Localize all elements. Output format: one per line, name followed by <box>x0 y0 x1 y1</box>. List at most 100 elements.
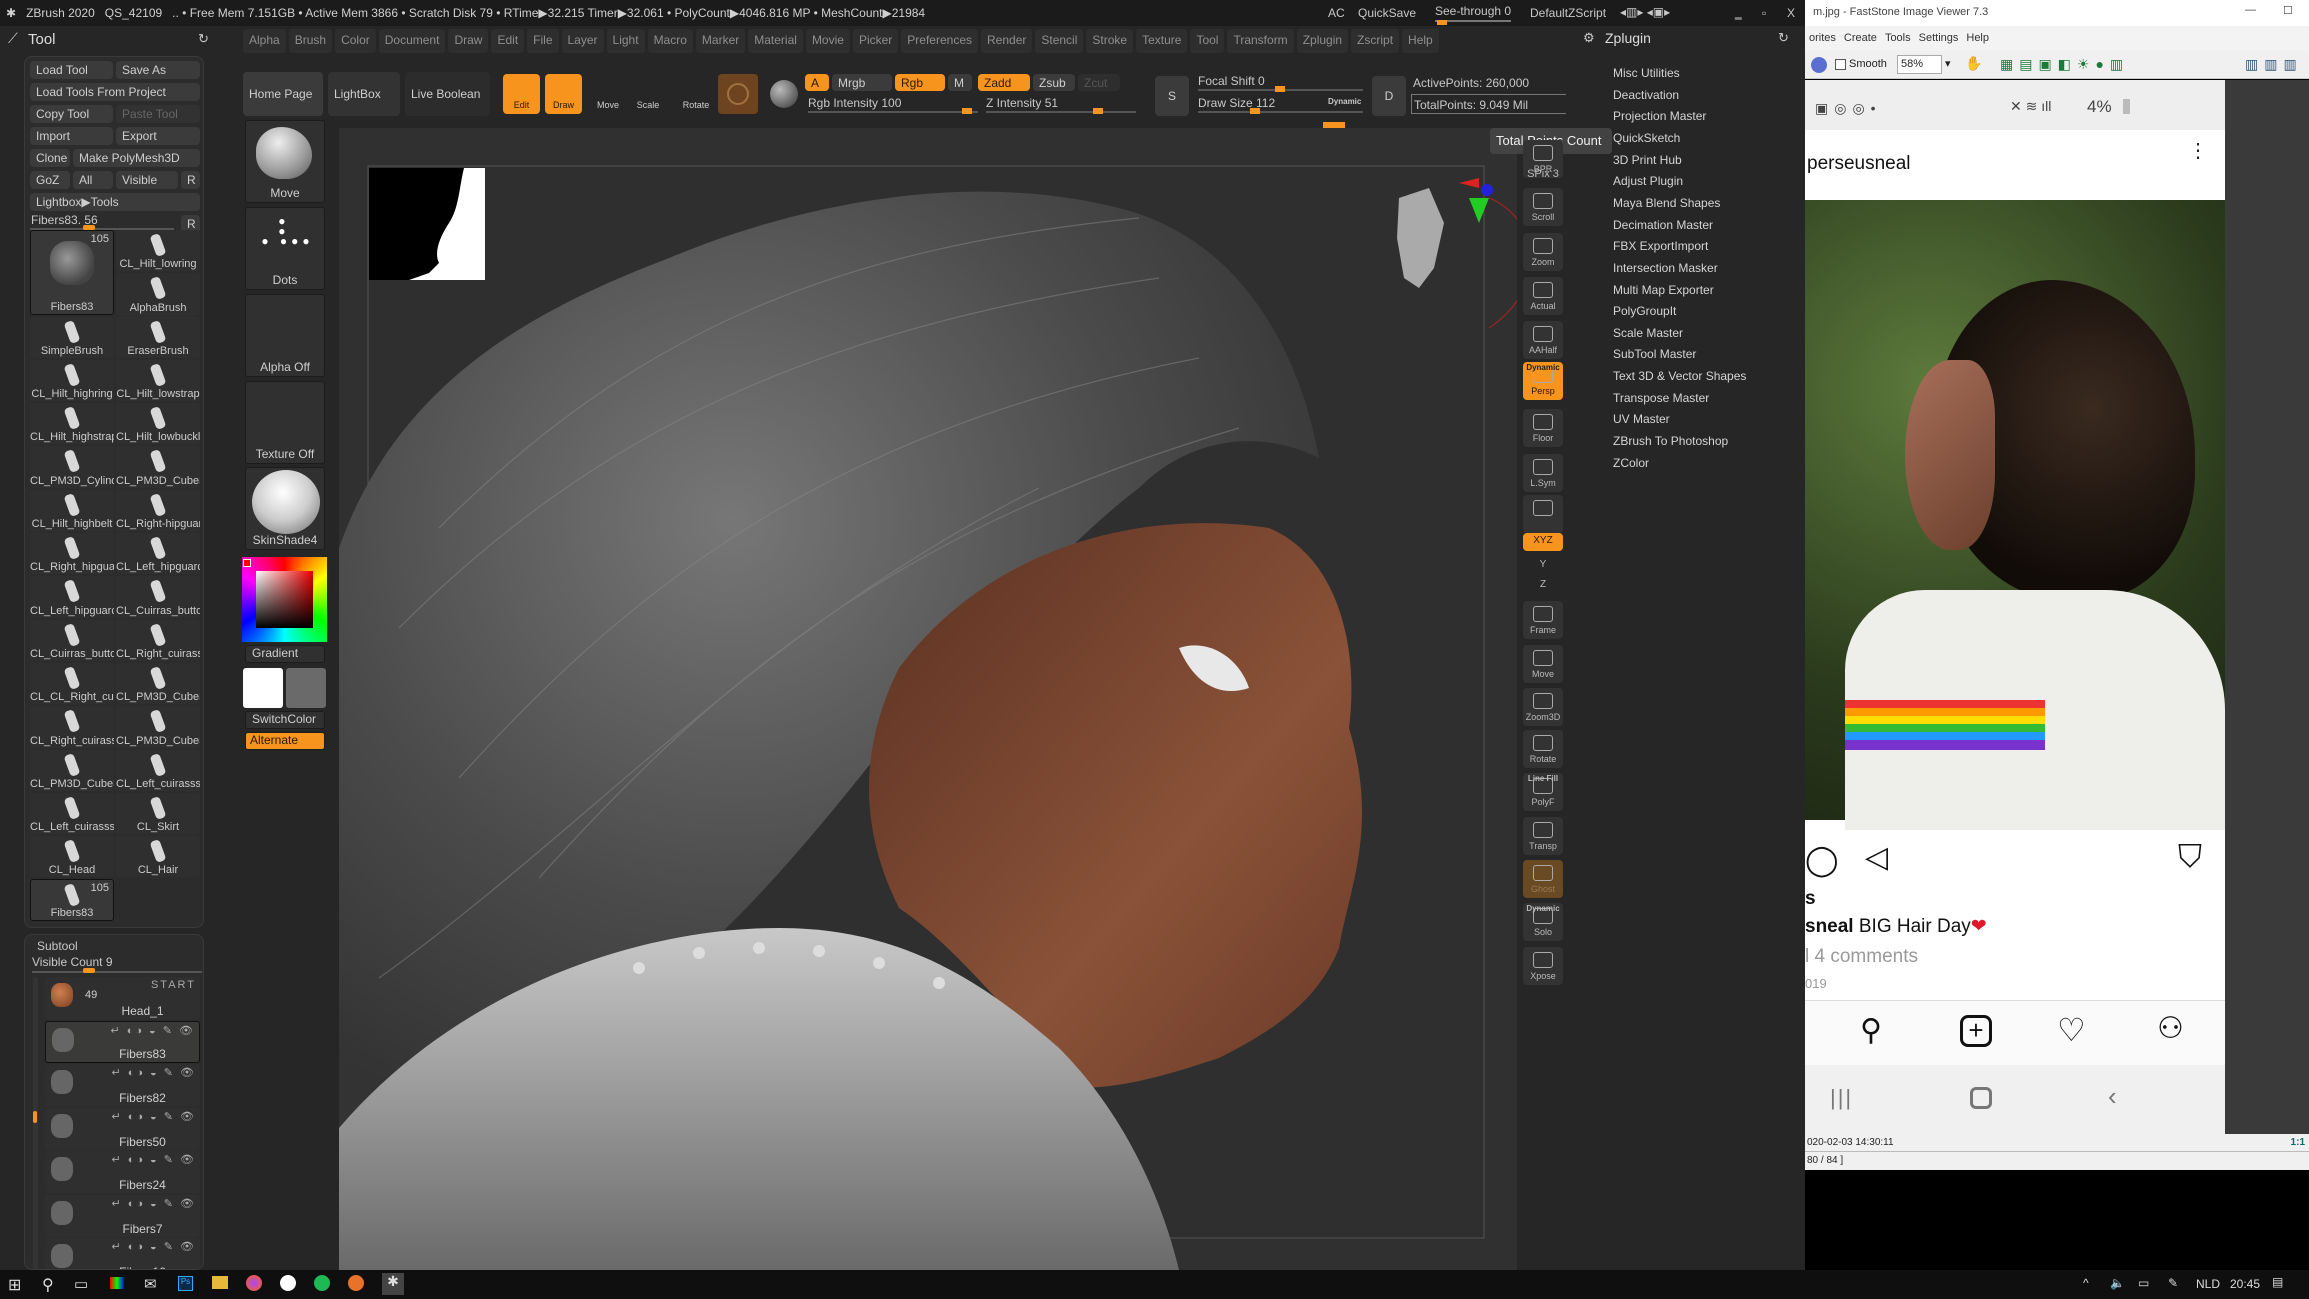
faststone-menu-tools[interactable]: Tools <box>1885 32 1911 45</box>
tool-item[interactable]: CL_Left_cuirasssi <box>116 749 200 791</box>
main-color-swatch[interactable] <box>243 668 283 708</box>
default-zscript-button[interactable]: DefaultZScript <box>1530 6 1606 20</box>
post-username[interactable]: perseusneal <box>1807 153 1911 175</box>
profile-icon[interactable]: ⚇ <box>2157 1011 2184 1046</box>
goz-visible-button[interactable]: Visible <box>116 171 178 189</box>
menu-stencil[interactable]: Stencil <box>1035 29 1084 53</box>
activity-heart-icon[interactable]: ♡ <box>2057 1011 2086 1049</box>
secondary-color-swatch[interactable] <box>286 668 326 708</box>
copy-tool-button[interactable]: Copy Tool <box>30 105 113 123</box>
search-icon[interactable]: ⚲ <box>1860 1013 1882 1048</box>
edit-button[interactable]: Edit <box>503 74 540 114</box>
lightbox-button[interactable]: LightBox <box>328 72 400 116</box>
lightbox-tools-button[interactable]: Lightbox▶Tools <box>30 193 200 211</box>
menu-edit[interactable]: Edit <box>491 29 525 53</box>
shelf-button-solo[interactable]: Dynamic Solo <box>1523 903 1563 941</box>
shelf-button-persp[interactable]: Dynamic Persp <box>1523 362 1563 400</box>
minimize-button[interactable]: ‗ <box>1735 6 1742 20</box>
close-button[interactable]: X <box>1787 6 1795 20</box>
color-square[interactable] <box>256 571 313 628</box>
subtool-row[interactable]: ↵ ◐◑ ◒ ✎ 👁 Fibers7 <box>45 1194 200 1237</box>
tool-item[interactable]: 105 Fibers83 <box>30 879 114 921</box>
shelf-button-z[interactable]: Z <box>1523 577 1563 595</box>
tool-item[interactable]: CL_Right_cuirass <box>30 706 114 748</box>
see-through-handle[interactable] <box>1437 20 1447 25</box>
subtool-controls-icon[interactable]: ↵ ◐◑ ◒ ✎ 👁 <box>111 1153 196 1166</box>
shelf-button-xyz[interactable]: XYZ <box>1523 533 1563 551</box>
alpha-selector[interactable]: Alpha Off <box>245 294 325 377</box>
menu-color[interactable]: Color <box>335 29 376 53</box>
shelf-button-xpose[interactable]: Xpose <box>1523 947 1563 985</box>
switch-color-button[interactable]: SwitchColor <box>245 711 325 729</box>
zplugin-item[interactable]: Projection Master <box>1613 109 1706 123</box>
info-icon[interactable] <box>1811 57 1827 73</box>
texture-selector[interactable]: Texture Off <box>245 381 325 464</box>
menu-tool[interactable]: Tool <box>1190 29 1225 53</box>
menu-movie[interactable]: Movie <box>805 29 850 53</box>
tool-item[interactable]: CL_PM3D_Cube3 <box>116 706 200 748</box>
tool-item[interactable]: CL_Head <box>30 836 114 878</box>
zoom-select[interactable]: 58% <box>1897 55 1942 74</box>
menu-stroke[interactable]: Stroke <box>1086 29 1134 53</box>
zplugin-item[interactable]: Decimation Master <box>1613 218 1713 232</box>
tool-item[interactable]: CL_Left_hipguarc <box>30 576 114 618</box>
task-view-icon[interactable]: ▭ <box>74 1275 88 1293</box>
shelf-button-frame[interactable]: Frame <box>1523 601 1563 639</box>
app-color-icon[interactable] <box>110 1277 124 1289</box>
goz-r-button[interactable]: R <box>181 171 200 189</box>
firefox-icon[interactable] <box>246 1275 262 1291</box>
tool-item[interactable]: EraserBrush <box>116 316 200 358</box>
shelf-button-aahalf[interactable]: AAHalf <box>1523 321 1563 359</box>
move-button[interactable]: Move <box>592 74 624 114</box>
subtool-controls-icon[interactable]: ↵ ◐◑ ◒ ✎ 👁 <box>110 1024 195 1037</box>
draw-button[interactable]: Draw <box>545 74 582 114</box>
zplugin-item[interactable]: UV Master <box>1613 412 1670 426</box>
refresh-icon[interactable]: ↻ <box>198 31 209 47</box>
draw-size-slider[interactable] <box>1198 111 1363 113</box>
menu-light[interactable]: Light <box>606 29 645 53</box>
tool-item[interactable]: CL_CL_Right_cuir <box>30 662 114 705</box>
tray-expand-icon[interactable]: ^ <box>2083 1276 2089 1290</box>
tool-item[interactable]: CL_Right_hipguar <box>30 533 114 575</box>
home-page-button[interactable]: Home Page <box>243 72 323 116</box>
menu-alpha[interactable]: Alpha <box>243 29 286 53</box>
recent-apps-icon[interactable]: ||| <box>1830 1085 1853 1111</box>
goz-button[interactable]: GoZ <box>30 171 70 189</box>
zplugin-item[interactable]: SubTool Master <box>1613 347 1696 361</box>
network-icon[interactable]: ▭ <box>2138 1276 2149 1290</box>
scale-button[interactable]: Scale <box>632 74 664 114</box>
a-button[interactable]: A <box>805 74 829 91</box>
comment-icon[interactable]: ◯ <box>1805 843 1839 878</box>
material-button[interactable] <box>718 74 758 114</box>
zsub-button[interactable]: Zsub <box>1033 74 1075 91</box>
menu-layer[interactable]: Layer <box>561 29 604 53</box>
rotate-button[interactable]: Rotate <box>680 74 712 114</box>
dynamesh-d-button[interactable]: D <box>1372 76 1406 116</box>
shelf-button-y[interactable]: Y <box>1523 557 1563 575</box>
zplugin-item[interactable]: FBX ExportImport <box>1613 239 1708 253</box>
live-boolean-button[interactable]: Live Boolean <box>405 72 490 116</box>
pen-icon[interactable]: ✎ <box>2168 1276 2178 1290</box>
subtool-row[interactable]: ↵ ◐◑ ◒ ✎ 👁 Fibers50 <box>45 1107 200 1150</box>
zplugin-item[interactable]: Adjust Plugin <box>1613 174 1683 188</box>
faststone-menu-orites[interactable]: orites <box>1809 32 1836 45</box>
clone-button[interactable]: Clone <box>30 149 70 167</box>
focal-shift-handle[interactable] <box>1275 86 1285 92</box>
shelf-button-lsym[interactable]: L.Sym <box>1523 454 1563 492</box>
zplugin-refresh-icon[interactable]: ↻ <box>1778 30 1789 46</box>
zplugin-item[interactable]: PolyGroupIt <box>1613 304 1676 318</box>
maximize-button[interactable]: ▫ <box>1762 6 1766 20</box>
tool-item[interactable]: SimpleBrush <box>30 316 114 358</box>
subtool-row[interactable]: ↵ ◐◑ ◒ ✎ 👁 Fibers82 <box>45 1064 200 1106</box>
tool-item[interactable]: CL_Hilt_highbelt <box>30 489 114 532</box>
goz-all-button[interactable]: All <box>73 171 113 189</box>
tool-item[interactable]: CL_Cuirras_butto <box>116 576 200 618</box>
toolbar-tool-icons[interactable]: ▦▤▣◧☀●▥ <box>2000 56 2129 73</box>
tool-item[interactable]: CL_Hair <box>116 836 200 878</box>
rgb-intensity-slider[interactable] <box>808 111 978 113</box>
hand-tool-icon[interactable]: ✋ <box>1965 55 1982 72</box>
app-w-icon[interactable] <box>280 1275 296 1291</box>
material-selector[interactable]: SkinShade4 <box>245 467 325 550</box>
color-picker[interactable] <box>242 557 327 642</box>
make-polymesh3d-button[interactable]: Make PolyMesh3D <box>73 149 200 167</box>
